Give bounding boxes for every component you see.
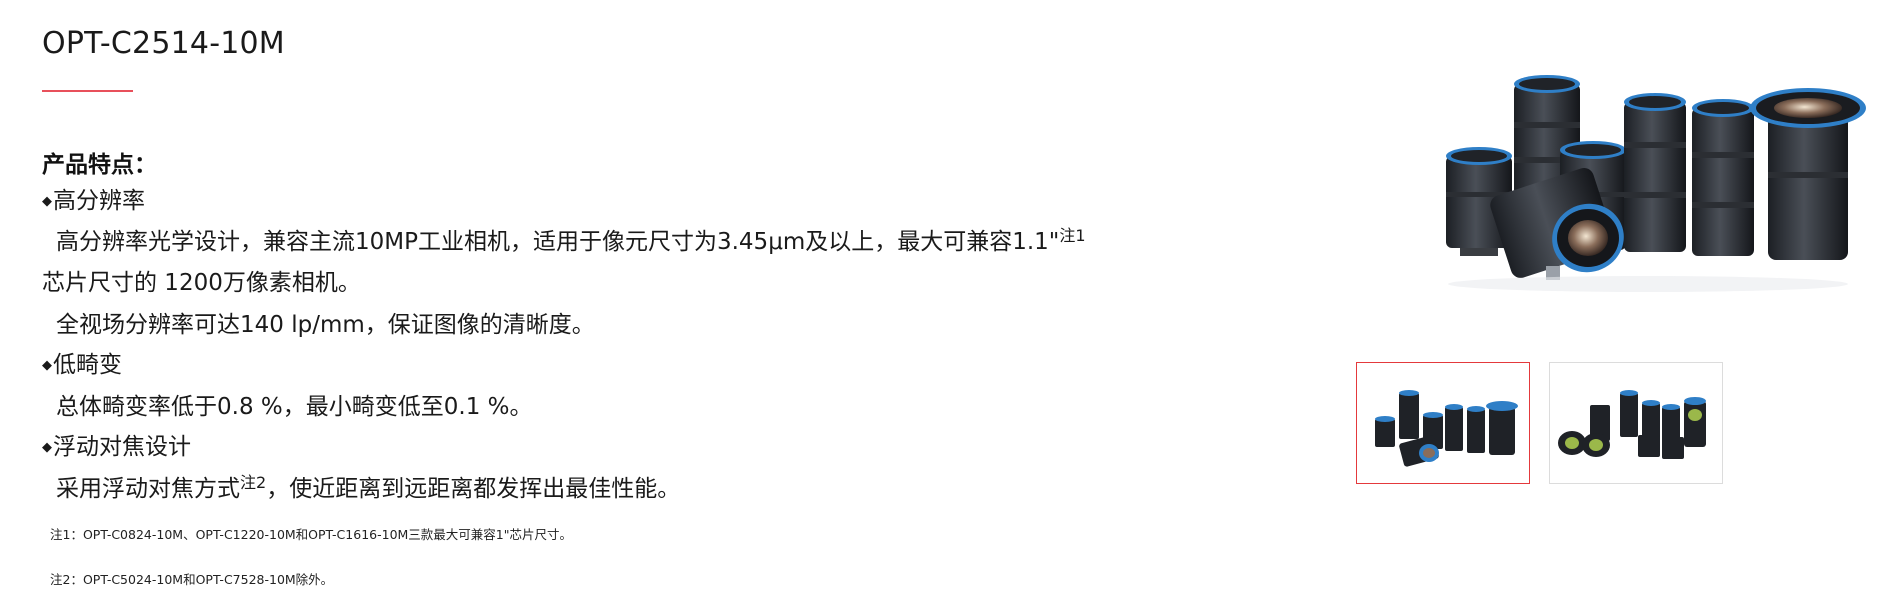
feature-text-high-resolution-1: 高分辨率光学设计，兼容主流10MP工业相机，适用于像元尺寸为3.45μm及以上，… bbox=[56, 226, 1086, 256]
diamond-bullet-icon: ◆ bbox=[42, 440, 52, 455]
footnote-1: 注1：OPT-C0824-10M、OPT-C1220-10M和OPT-C1616… bbox=[50, 527, 573, 542]
feature-text-high-resolution-2: 全视场分辨率可达140 lp/mm，保证图像的清晰度。 bbox=[56, 312, 595, 338]
product-main-image bbox=[1428, 62, 1868, 298]
feature-title-low-distortion: ◆低畸变 bbox=[42, 350, 122, 381]
lens-group-side-thumbnail bbox=[1558, 390, 1706, 459]
features-heading: 产品特点： bbox=[42, 152, 157, 178]
thumbnail-2[interactable] bbox=[1549, 362, 1723, 484]
lens-wide bbox=[1750, 88, 1866, 260]
lens-group-image bbox=[1446, 75, 1866, 292]
feature-title-floating-focus: ◆浮动对焦设计 bbox=[42, 432, 191, 463]
feature-text-floating-focus: 采用浮动对焦方式注2，使近距离到远距离都发挥出最佳性能。 bbox=[56, 473, 681, 503]
title-underline bbox=[42, 90, 133, 92]
product-title: OPT-C2514-10M bbox=[42, 26, 285, 61]
diamond-bullet-icon: ◆ bbox=[42, 358, 52, 373]
footnote-2: 注2：OPT-C5024-10M和OPT-C7528-10M除外。 bbox=[50, 572, 334, 587]
feature-title-high-resolution: ◆高分辨率 bbox=[42, 186, 145, 217]
footnote-ref-1: 注1 bbox=[1059, 226, 1086, 245]
feature-text-low-distortion: 总体畸变率低于0.8 %，最小畸变低至0.1 %。 bbox=[56, 394, 533, 420]
footnote-ref-2: 注2 bbox=[240, 473, 267, 492]
lens-right bbox=[1692, 99, 1754, 256]
lens-group-front-thumbnail bbox=[1375, 390, 1518, 467]
diamond-bullet-icon: ◆ bbox=[42, 194, 52, 209]
thumbnail-1-selected[interactable] bbox=[1356, 362, 1530, 484]
lens-right-center bbox=[1624, 93, 1686, 252]
feature-text-high-resolution-1-cont: 芯片尺寸的 1200万像素相机。 bbox=[42, 270, 361, 296]
